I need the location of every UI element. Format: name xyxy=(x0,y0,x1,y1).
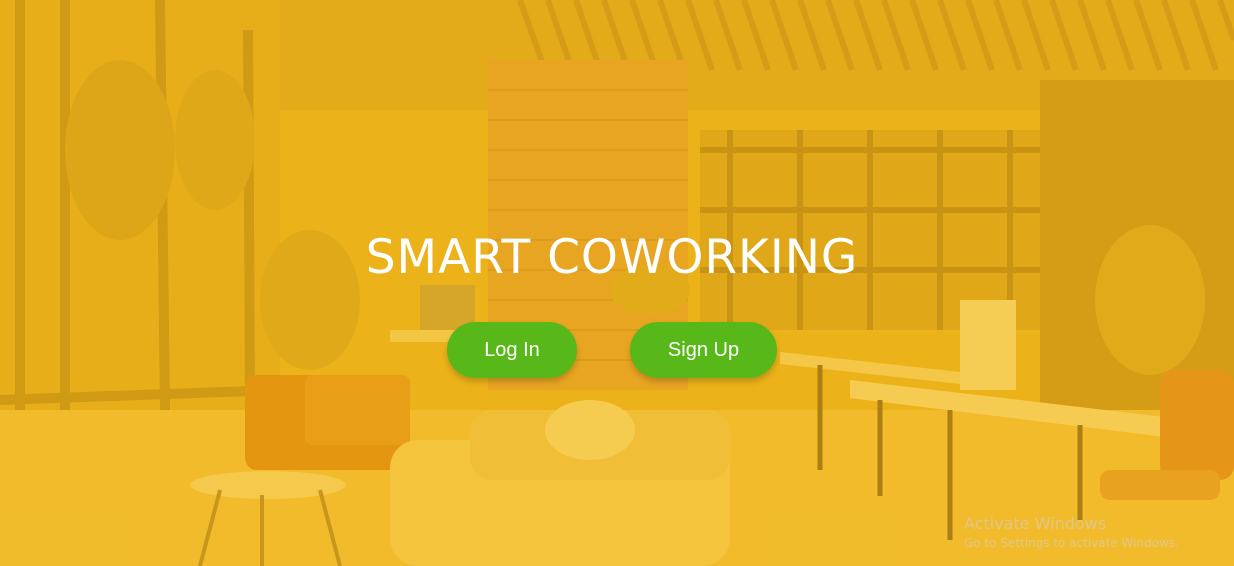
landing-page: SMART COWORKING Log In Sign Up Activate … xyxy=(0,0,1234,566)
login-button[interactable]: Log In xyxy=(447,322,577,378)
watermark-title: Activate Windows xyxy=(964,514,1107,533)
hero-title: SMART COWORKING xyxy=(365,230,859,285)
activate-windows-watermark: Activate Windows Go to Settings to activ… xyxy=(964,514,1179,550)
signup-button[interactable]: Sign Up xyxy=(630,322,777,378)
watermark-subtitle: Go to Settings to activate Windows. xyxy=(964,536,1179,550)
